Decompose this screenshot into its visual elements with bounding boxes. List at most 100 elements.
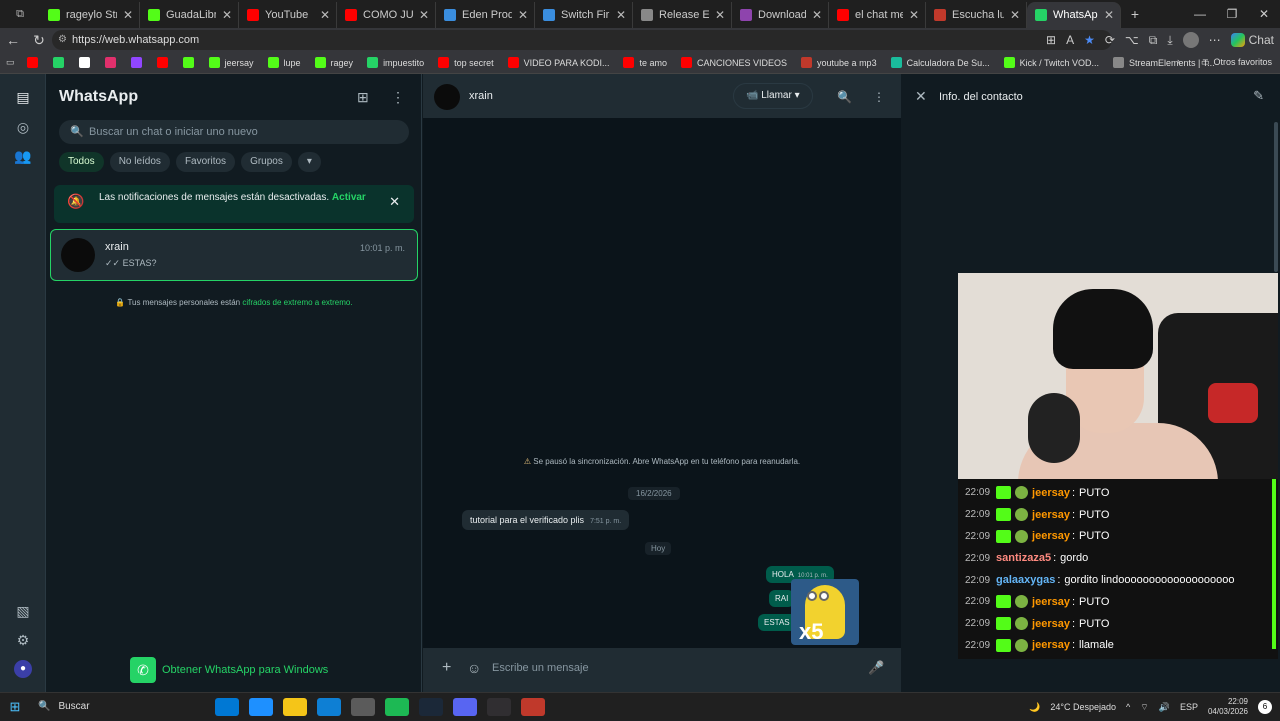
browser-tab[interactable]: Eden Prod Keys ✕ — [436, 2, 535, 28]
read-aloud-icon[interactable]: A — [1066, 33, 1074, 47]
reload-icon[interactable]: ↻ — [26, 32, 52, 49]
conversation-header[interactable]: xrain 📹 Llamar ▾ 🔍 ⋮ — [423, 74, 901, 118]
media-icon[interactable]: ▧ — [14, 602, 32, 620]
new-tab-button[interactable]: + — [1121, 6, 1149, 22]
bookmarks-overflow-icon[interactable]: › — [1177, 56, 1180, 66]
browser-tab[interactable]: Switch Firmware ✕ — [535, 2, 633, 28]
bookmark-item[interactable]: te amo — [623, 57, 667, 68]
close-tab-icon[interactable]: ✕ — [812, 8, 822, 22]
explorer-icon[interactable] — [283, 697, 307, 716]
bookmarks-menu-icon[interactable]: ▭ — [6, 57, 15, 68]
search-input[interactable]: 🔍 Buscar un chat o iniciar uno nuevo — [59, 120, 409, 144]
outgoing-message[interactable]: ESTAS — [758, 614, 796, 631]
chat-list-item[interactable]: xrain 10:01 p. m. ✓✓ ESTAS? — [50, 229, 418, 281]
get-windows-app-link[interactable]: ✆ Obtener WhatsApp para Windows — [130, 657, 328, 683]
close-tab-icon[interactable]: ✕ — [1010, 8, 1020, 22]
close-tab-icon[interactable]: ✕ — [1104, 8, 1114, 22]
notification-badge[interactable]: 6 — [1258, 700, 1272, 714]
edit-pencil-icon[interactable]: ✎ — [1253, 88, 1264, 104]
browser-tab[interactable]: el chat me cuent ✕ — [829, 2, 926, 28]
language-indicator[interactable]: ESP — [1180, 702, 1198, 712]
communities-icon[interactable]: 👥 — [14, 147, 32, 165]
scrollbar[interactable] — [1274, 122, 1278, 272]
tray-chevron-icon[interactable]: ^ — [1126, 702, 1130, 712]
close-window-icon[interactable]: ✕ — [1248, 0, 1280, 28]
browser-tab[interactable]: GuadaLibran ✕ — [140, 2, 239, 28]
browser-tab[interactable]: Escucha lurkeas ✕ — [926, 2, 1027, 28]
clock[interactable]: 22:09 04/03/2026 — [1208, 697, 1248, 717]
bookmark-item[interactable]: ragey — [314, 57, 353, 68]
bookmark-item[interactable]: jeersay — [208, 57, 254, 68]
close-tab-icon[interactable]: ✕ — [715, 8, 725, 22]
maximize-icon[interactable]: ❐ — [1216, 0, 1248, 28]
close-icon[interactable]: ✕ — [915, 88, 927, 105]
browser-tab[interactable]: COMO JUGAR a ✕ — [337, 2, 436, 28]
bookmark-item[interactable] — [182, 57, 199, 68]
search-messages-icon[interactable]: 🔍 — [837, 90, 852, 104]
browser-tab[interactable]: YouTube ✕ — [239, 2, 337, 28]
browser-tab[interactable]: rageylo Stre ✕ — [40, 2, 140, 28]
message-input[interactable]: Escribe un mensaje — [492, 662, 589, 674]
more-menu-icon[interactable]: ⋯ — [1209, 33, 1221, 47]
copilot-chat-button[interactable]: Chat — [1230, 33, 1274, 47]
bookmark-item[interactable] — [26, 57, 43, 68]
discord-icon[interactable] — [453, 697, 477, 716]
minimize-icon[interactable]: — — [1184, 0, 1216, 28]
microphone-icon[interactable]: 🎤 — [868, 660, 884, 676]
task-view-icon[interactable] — [215, 697, 239, 716]
edge-browser-icon[interactable] — [317, 697, 341, 716]
close-tab-icon[interactable]: ✕ — [320, 8, 330, 22]
bookmark-item[interactable]: Calculadora De Su... — [890, 57, 990, 68]
contact-name[interactable]: xrain — [469, 90, 493, 102]
minion-sticker[interactable]: x5 — [791, 579, 859, 645]
edge-icon[interactable] — [249, 697, 273, 716]
filter-no-leidos[interactable]: No leídos — [109, 152, 170, 172]
collections-icon[interactable]: ⧉ — [1149, 33, 1158, 48]
install-app-icon[interactable]: ⊞ — [1046, 33, 1056, 47]
downloads-icon[interactable]: ⤓ — [1167, 33, 1172, 48]
menu-icon[interactable]: ⋮ — [391, 89, 405, 106]
bookmark-item[interactable]: lupe — [267, 57, 301, 68]
tab-actions-icon[interactable]: ⧉ — [0, 0, 40, 28]
conversation-menu-icon[interactable]: ⋮ — [873, 90, 885, 104]
close-banner-icon[interactable]: ✕ — [389, 195, 400, 209]
close-tab-icon[interactable]: ✕ — [616, 8, 626, 22]
browser-tab[interactable]: Download Eden ✕ — [732, 2, 829, 28]
volume-icon[interactable]: 🔊 — [1159, 702, 1170, 713]
bookmark-item[interactable] — [130, 57, 147, 68]
emoji-sticker-icon[interactable]: ☺ — [467, 660, 481, 676]
bookmark-item[interactable]: Kick / Twitch VOD... — [1003, 57, 1099, 68]
filter-grupos[interactable]: Grupos — [241, 152, 292, 172]
taskbar-search[interactable]: 🔍 Buscar — [30, 696, 210, 718]
filter-todos[interactable]: Todos — [59, 152, 104, 172]
contact-avatar[interactable] — [434, 84, 460, 110]
bookmark-item[interactable]: top secret — [438, 57, 494, 68]
filter-more-dropdown[interactable]: ▾ — [297, 152, 321, 172]
settings-icon[interactable]: ⚙ — [14, 631, 32, 649]
incoming-message[interactable]: tutorial para el verificado plis 7:51 p. … — [462, 510, 630, 530]
activate-link[interactable]: Activar — [332, 192, 366, 203]
bookmark-item[interactable] — [52, 57, 69, 68]
bookmark-item[interactable] — [104, 57, 121, 68]
bookmark-item[interactable]: VIDEO PARA KODI... — [507, 57, 609, 68]
call-button[interactable]: 📹 Llamar ▾ — [733, 83, 813, 109]
spotify-icon[interactable] — [385, 697, 409, 716]
browser-tab[interactable]: Release Eden v0 ✕ — [633, 2, 732, 28]
profile-icon[interactable]: ● — [14, 660, 32, 678]
extensions-icon[interactable]: ⟳ — [1105, 33, 1115, 47]
close-tab-icon[interactable]: ✕ — [222, 8, 232, 22]
e2e-link[interactable]: cifrados de extremo a extremo. — [242, 298, 352, 307]
obs-icon[interactable] — [487, 697, 511, 716]
steam-icon[interactable] — [419, 697, 443, 716]
back-icon[interactable]: ← — [0, 32, 26, 48]
bookmark-item[interactable]: impuestito — [367, 57, 424, 68]
bookmark-item[interactable]: CANCIONES VIDEOS — [681, 57, 787, 68]
browser-tab[interactable]: WhatsApp ✕ — [1027, 2, 1121, 28]
app-icon-red[interactable] — [521, 697, 545, 716]
close-tab-icon[interactable]: ✕ — [123, 8, 133, 22]
bookmark-item[interactable]: youtube a mp3 — [801, 57, 877, 68]
chats-icon[interactable]: ▤ — [14, 88, 32, 106]
filter-favoritos[interactable]: Favoritos — [175, 152, 236, 172]
split-screen-icon[interactable]: ⌥ — [1125, 33, 1139, 47]
weather-text[interactable]: 24°C Despejado — [1050, 702, 1116, 712]
